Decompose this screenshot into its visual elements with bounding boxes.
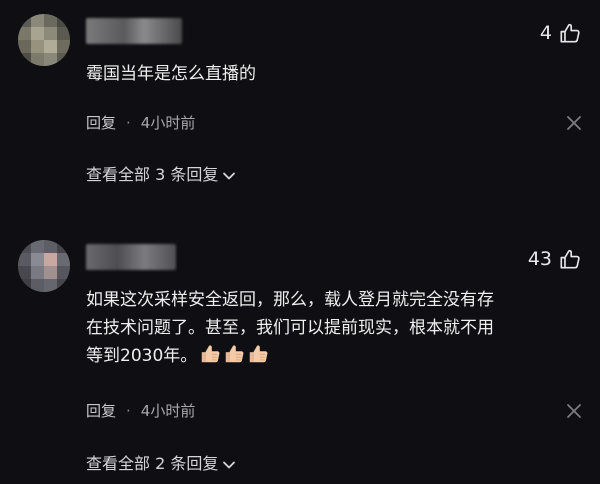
separator: · xyxy=(126,114,131,132)
username[interactable] xyxy=(86,244,176,270)
reply-button[interactable]: 回复 xyxy=(86,114,116,132)
avatar[interactable] xyxy=(18,240,70,292)
thumbs-up-emoji-icon xyxy=(202,345,220,363)
thumbs-up-emoji-icon xyxy=(250,345,268,363)
thumbs-up-icon[interactable] xyxy=(559,248,581,270)
comment-text: 霉国当年是怎么直播的 xyxy=(86,64,256,84)
view-replies-label: 查看全部 2 条回复 xyxy=(86,454,219,473)
like-count: 4 xyxy=(539,22,552,44)
timestamp: 4小时前 xyxy=(140,114,196,132)
view-replies-label: 查看全部 3 条回复 xyxy=(86,165,219,184)
timestamp: 4小时前 xyxy=(140,402,196,420)
chevron-down-icon xyxy=(223,172,236,179)
like-count: 43 xyxy=(527,248,552,270)
comment-text: 如果这次采样安全返回，那么，载人登月就完全没有存 在技术问题了。甚至，我们可以提… xyxy=(86,286,566,370)
comment-meta: 回复 · 4小时前 xyxy=(86,400,195,421)
thumbs-up-emoji-icon xyxy=(226,345,244,363)
comment-text-line: 在技术问题了。甚至，我们可以提前现实，根本就不用 xyxy=(86,318,494,338)
separator: · xyxy=(126,402,131,420)
close-icon[interactable] xyxy=(566,403,582,419)
avatar[interactable] xyxy=(18,14,70,66)
view-replies-button[interactable]: 查看全部 3 条回复 xyxy=(86,161,236,185)
comment-text-line: 如果这次采样安全返回，那么，载人登月就完全没有存 xyxy=(86,290,494,310)
close-icon[interactable] xyxy=(566,115,582,131)
thumbs-up-icon[interactable] xyxy=(559,22,581,44)
username[interactable] xyxy=(86,18,182,44)
view-replies-button[interactable]: 查看全部 2 条回复 xyxy=(86,450,236,474)
reply-button[interactable]: 回复 xyxy=(86,402,116,420)
comment-text-line: 等到2030年。 xyxy=(86,342,566,370)
comment-meta: 回复 · 4小时前 xyxy=(86,112,195,133)
chevron-down-icon xyxy=(223,461,236,468)
comment-text-line-end: 等到2030年。 xyxy=(86,346,198,366)
